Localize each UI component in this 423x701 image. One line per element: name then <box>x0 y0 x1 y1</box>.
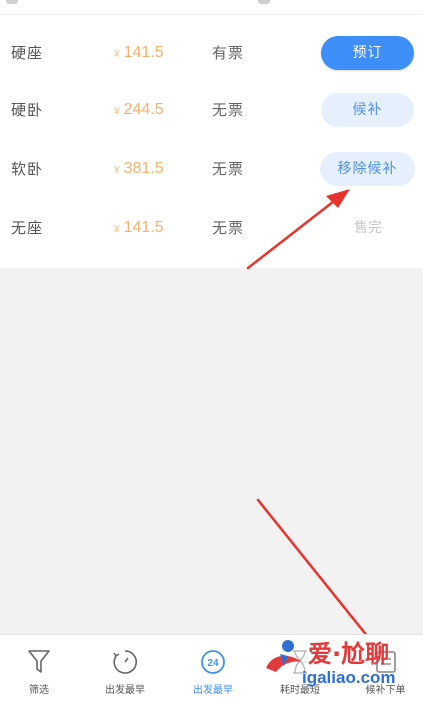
top-header-strip <box>0 0 423 15</box>
book-button[interactable]: 预订 <box>321 36 414 70</box>
waitlist-button[interactable]: 候补 <box>321 93 414 127</box>
clock-icon <box>112 649 138 679</box>
ticket-status: 无票 <box>212 160 245 178</box>
seat-row-hard-seat: 硬座 ¥141.5 有票 预订 <box>0 24 423 82</box>
ticket-status: 有票 <box>212 44 245 62</box>
seat-price: ¥141.5 <box>114 199 164 257</box>
seat-row-standing: 无座 ¥141.5 无票 售完 <box>0 199 423 257</box>
watermark: 爱·尬聊 igaliao.com <box>262 634 423 700</box>
watermark-url: igaliao.com <box>302 668 396 687</box>
seat-price: ¥244.5 <box>114 81 164 139</box>
seat-price: ¥141.5 <box>114 24 164 82</box>
24h-icon-text: 24 <box>207 658 219 669</box>
currency-symbol: ¥ <box>114 224 120 235</box>
annotation-arrow-waitlist-tab <box>256 498 384 656</box>
ticket-status: 无票 <box>212 219 245 237</box>
ticket-status: 无票 <box>212 101 245 119</box>
seat-class: 软卧 <box>11 160 44 178</box>
remove-waitlist-button[interactable]: 移除候补 <box>320 152 415 186</box>
price-value: 381.5 <box>123 160 164 177</box>
currency-symbol: ¥ <box>114 106 120 117</box>
header-edge-mark <box>258 0 270 4</box>
sold-out-label: 售完 <box>354 220 382 236</box>
filter-icon <box>27 649 51 679</box>
seat-row-soft-sleeper: 软卧 ¥381.5 无票 移除候补 <box>0 140 423 198</box>
price-value: 141.5 <box>123 219 164 236</box>
watermark-title: 爱·尬聊 <box>308 640 390 668</box>
price-value: 244.5 <box>123 101 164 118</box>
header-edge-mark <box>6 0 18 4</box>
price-value: 141.5 <box>123 44 164 61</box>
currency-symbol: ¥ <box>114 165 120 176</box>
tab-earliest-departure[interactable]: 出发最早 <box>85 635 165 701</box>
24h-icon: 24 <box>200 649 226 679</box>
tab-filter[interactable]: 筛选 <box>0 635 78 701</box>
seat-class: 硬卧 <box>11 101 44 119</box>
tab-label: 出发最早 <box>193 685 233 696</box>
seat-list: 硬座 ¥141.5 有票 预订 硬卧 ¥244.5 无票 候补 软卧 ¥381.… <box>0 15 423 268</box>
tab-label: 出发最早 <box>105 685 145 696</box>
seat-class: 无座 <box>11 219 44 237</box>
seat-price: ¥381.5 <box>114 140 164 198</box>
seat-row-hard-sleeper: 硬卧 ¥244.5 无票 候补 <box>0 81 423 139</box>
currency-symbol: ¥ <box>114 49 120 60</box>
seat-class: 硬座 <box>11 44 44 62</box>
tab-24h[interactable]: 24 出发最早 <box>172 635 254 701</box>
watermark-logo <box>266 640 302 672</box>
tab-label: 筛选 <box>29 685 49 696</box>
